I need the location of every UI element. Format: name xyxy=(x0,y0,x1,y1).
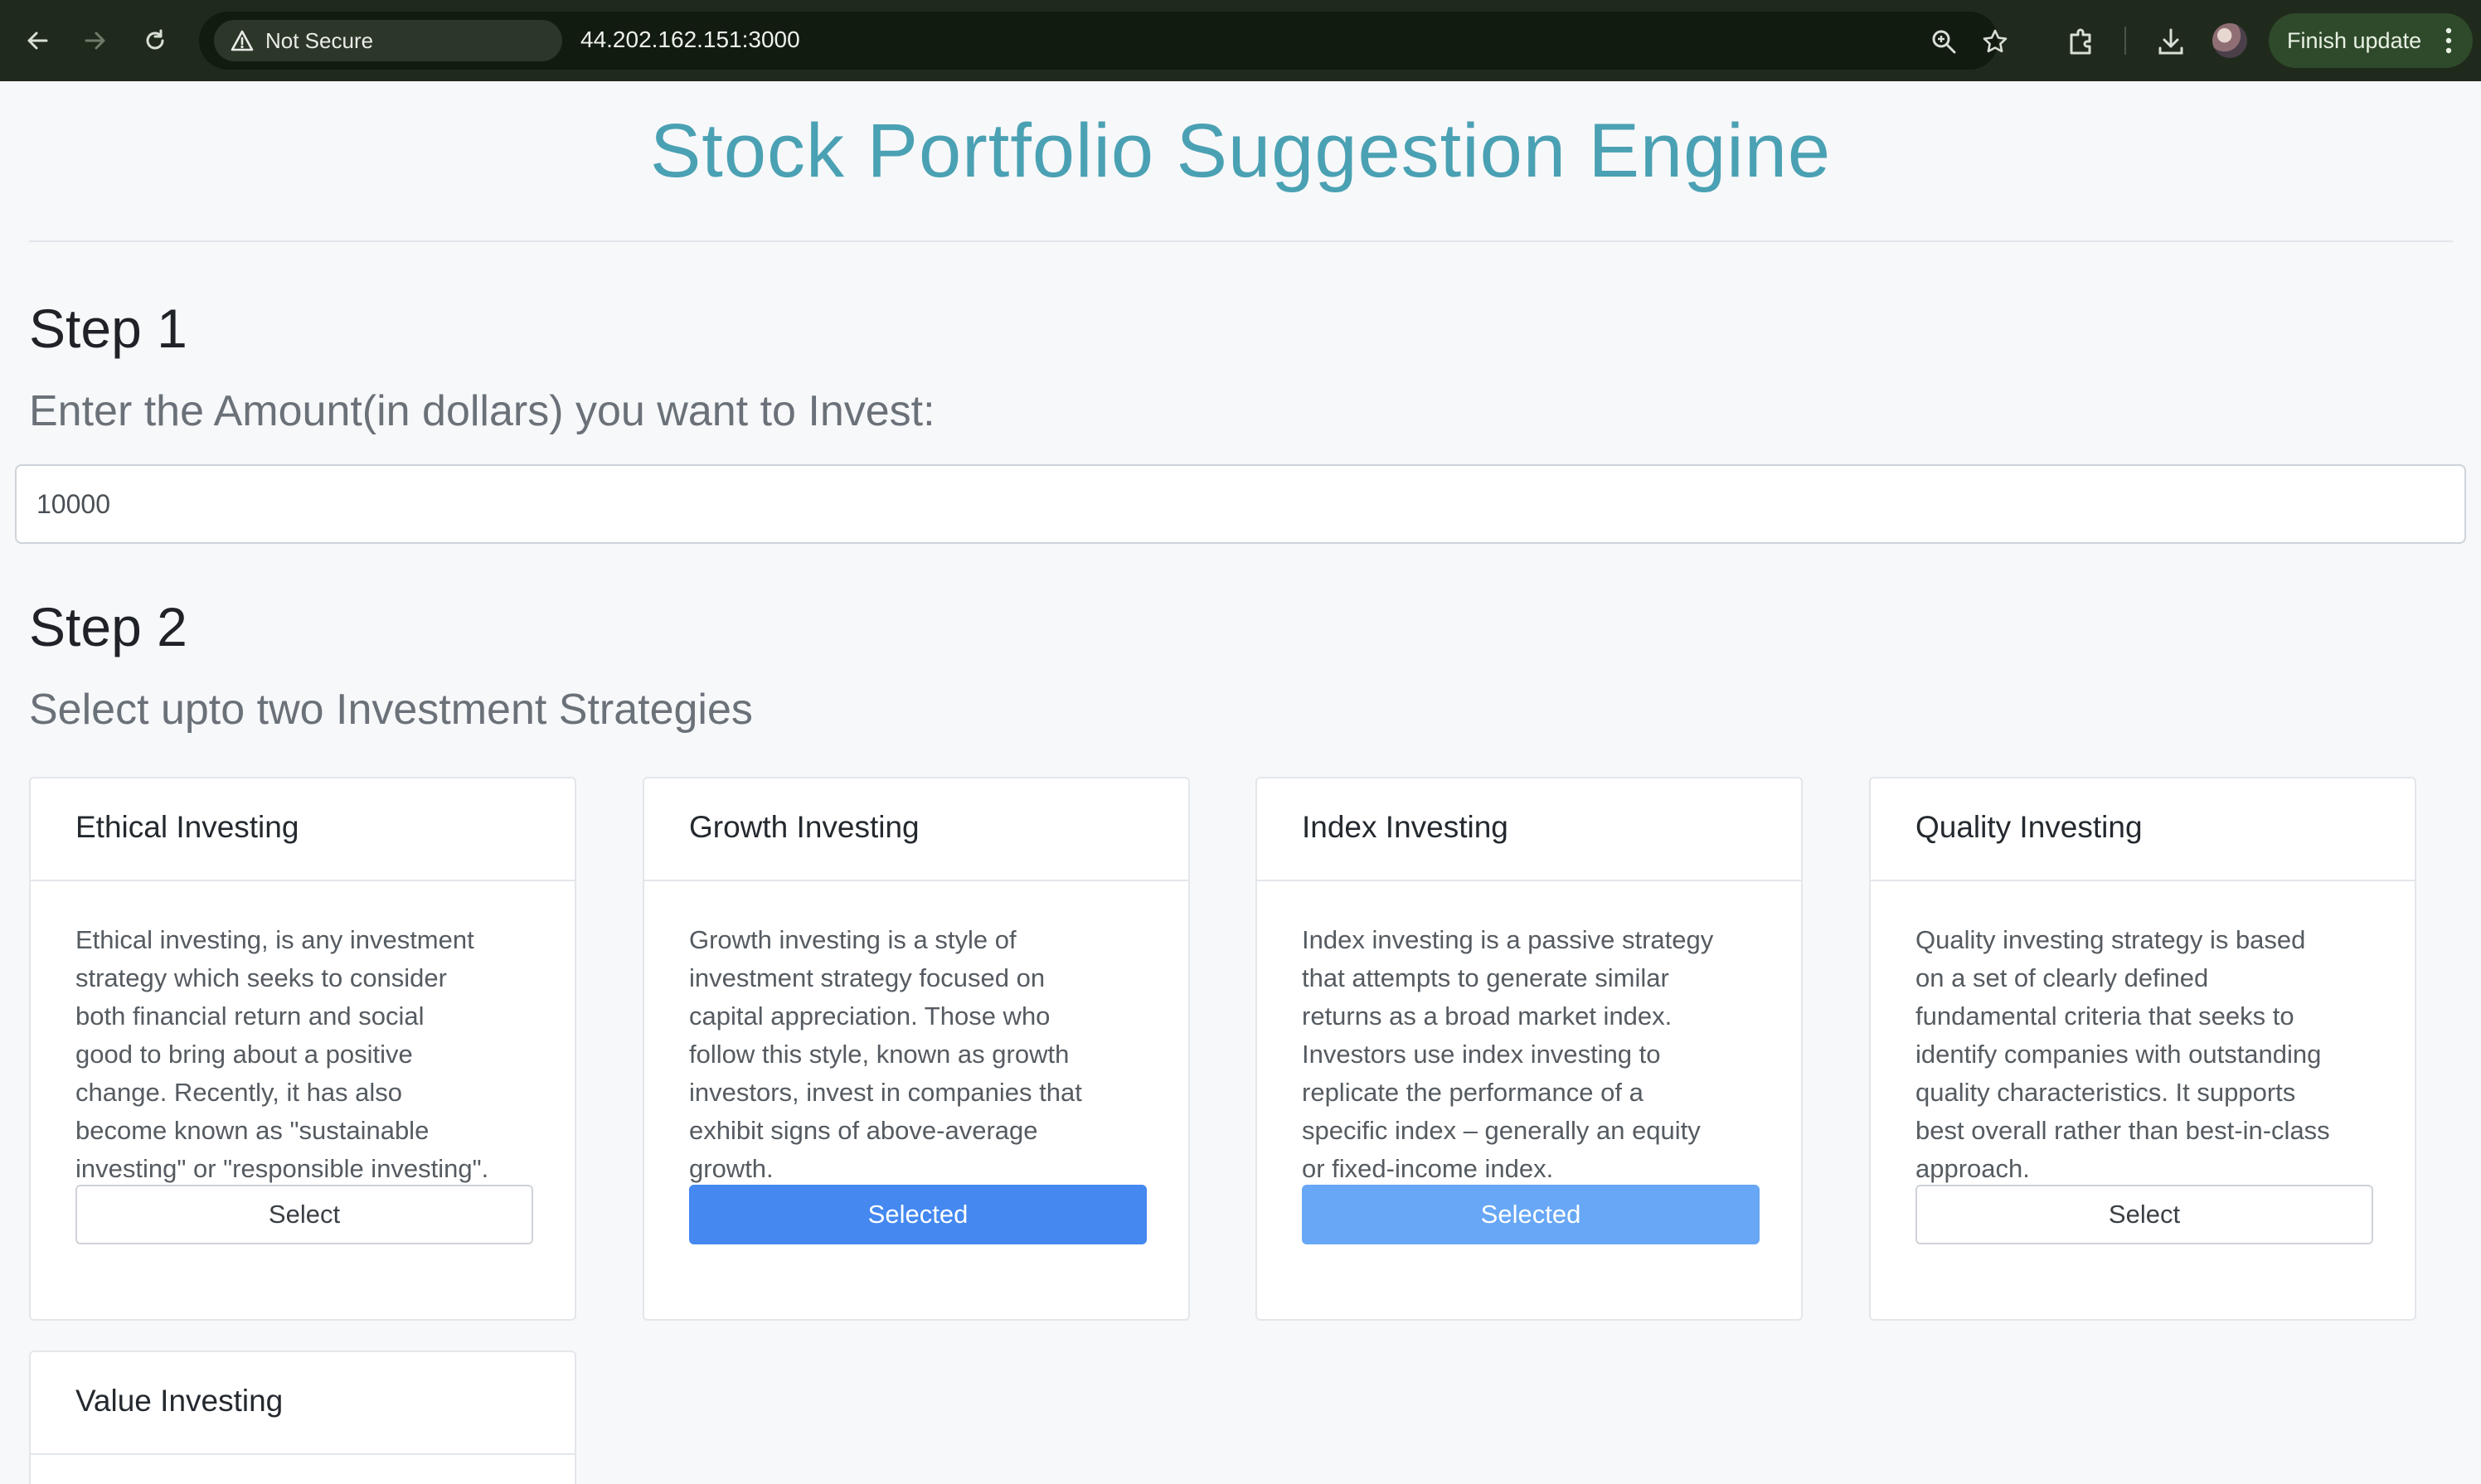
url-text: 44.202.162.151:3000 xyxy=(580,27,800,52)
card-title: Ethical Investing xyxy=(31,778,575,881)
card-text-line: Quality investing strategy is based xyxy=(1915,925,2306,954)
card-text-line: good to bring about a positive xyxy=(75,1040,413,1069)
extensions-icon[interactable] xyxy=(2065,25,2098,58)
card-text-line: identify companies with outstanding xyxy=(1915,1040,2322,1069)
back-button[interactable] xyxy=(18,22,56,60)
card-text-line: best overall rather than best-in-class xyxy=(1915,1116,2330,1145)
card-text-line: Index investing is a passive strategy xyxy=(1302,925,1714,954)
card-text-line: change. Recently, it has also xyxy=(75,1078,403,1107)
amount-input[interactable] xyxy=(15,464,2466,544)
step2-prompt: Select upto two Investment Strategies xyxy=(29,686,753,734)
card-text-line: Growth investing is a style of xyxy=(689,925,1017,954)
strategy-card-index: Index Investing Index investing is a pas… xyxy=(1255,777,1803,1321)
back-arrow-icon xyxy=(27,32,48,50)
profile-avatar[interactable] xyxy=(2212,23,2247,58)
security-label: Not Secure xyxy=(265,27,374,53)
select-growth-button[interactable]: Selected xyxy=(689,1185,1147,1244)
card-text-line: returns as a broad market index. xyxy=(1302,1001,1673,1031)
strategy-card-value: Value Investing xyxy=(29,1351,576,1484)
address-bar[interactable]: Not Secure 44.202.162.151:3000 xyxy=(199,12,2008,70)
card-text-line: or fixed-income index. xyxy=(1302,1154,1554,1183)
title-divider xyxy=(29,240,2453,242)
card-text-line: both financial return and social xyxy=(75,1001,425,1031)
forward-button[interactable] xyxy=(76,22,114,60)
card-text-line: specific index – generally an equity xyxy=(1302,1116,1701,1145)
card-text-line: follow this style, known as growth xyxy=(689,1040,1070,1069)
step1-heading: Step 1 xyxy=(29,298,187,359)
card-text-line: quality characteristics. It supports xyxy=(1915,1078,2296,1107)
browser-toolbar: Not Secure 44.202.162.151:3000 Finish up… xyxy=(0,0,2481,81)
card-description: Growth investing is a style of investmen… xyxy=(689,921,1143,1183)
zoom-icon[interactable] xyxy=(1930,28,1957,55)
card-text-line: Investors use index investing to xyxy=(1302,1040,1661,1069)
card-text-line: replicate the performance of a xyxy=(1302,1078,1643,1107)
card-text-line: investing" or "responsible investing". xyxy=(75,1154,489,1183)
more-menu-icon[interactable] xyxy=(2445,25,2453,56)
card-description: Index investing is a passive strategy th… xyxy=(1302,921,1756,1183)
card-title: Quality Investing xyxy=(1871,778,2415,881)
card-text-line: investors, invest in companies that xyxy=(689,1078,1082,1107)
finish-update-button[interactable]: Finish update xyxy=(2269,13,2473,68)
reload-button[interactable] xyxy=(136,22,174,60)
strategy-card-quality: Quality Investing Quality investing stra… xyxy=(1869,777,2416,1321)
card-text-line: capital appreciation. Those who xyxy=(689,1001,1051,1031)
bookmark-star-icon[interactable] xyxy=(1982,28,2008,55)
card-text-line: exhibit signs of above-average xyxy=(689,1116,1038,1145)
card-text-line: that attempts to generate similar xyxy=(1302,963,1669,992)
select-quality-button[interactable]: Select xyxy=(1915,1185,2373,1244)
card-text-line: growth. xyxy=(689,1154,774,1183)
forward-arrow-icon xyxy=(85,32,105,50)
card-title: Growth Investing xyxy=(644,778,1188,881)
page-title: Stock Portfolio Suggestion Engine xyxy=(649,109,1832,193)
select-index-button[interactable]: Selected xyxy=(1302,1185,1760,1244)
card-title: Value Investing xyxy=(31,1352,575,1455)
finish-update-label: Finish update xyxy=(2287,27,2422,53)
security-indicator[interactable]: Not Secure xyxy=(214,20,562,61)
strategy-card-growth: Growth Investing Growth investing is a s… xyxy=(643,777,1190,1321)
card-text-line: investment strategy focused on xyxy=(689,963,1046,992)
step2-heading: Step 2 xyxy=(29,596,187,657)
toolbar-divider xyxy=(2124,27,2126,55)
card-text-line: fundamental criteria that seeks to xyxy=(1915,1001,2294,1031)
reload-icon xyxy=(146,29,164,50)
select-ethical-button[interactable]: Select xyxy=(75,1185,533,1244)
card-text-line: Ethical investing, is any investment xyxy=(75,925,474,954)
strategy-card-ethical: Ethical Investing Ethical investing, is … xyxy=(29,777,576,1321)
card-text-line: become known as "sustainable xyxy=(75,1116,430,1145)
card-description: Quality investing strategy is based on a… xyxy=(1915,921,2370,1183)
download-icon[interactable] xyxy=(2154,25,2187,58)
warning-icon xyxy=(231,30,254,51)
card-text-line: on a set of clearly defined xyxy=(1915,963,2209,992)
step1-prompt: Enter the Amount(in dollars) you want to… xyxy=(29,387,935,435)
card-text-line: approach. xyxy=(1915,1154,2030,1183)
card-text-line: strategy which seeks to consider xyxy=(75,963,447,992)
card-description: Ethical investing, is any investment str… xyxy=(75,921,530,1183)
card-title: Index Investing xyxy=(1257,778,1801,881)
